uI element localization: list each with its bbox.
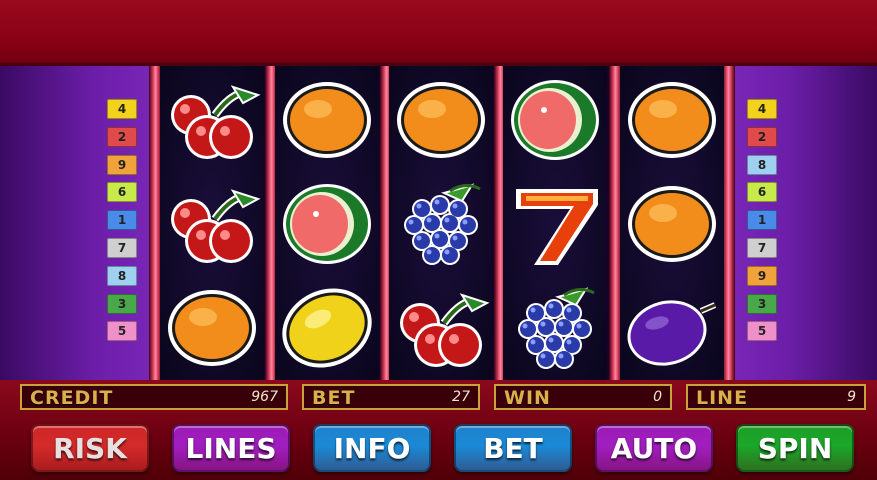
cherries-icon: [160, 174, 264, 274]
credit-display: CREDIT 967: [20, 384, 288, 410]
line-number-badge: 4: [747, 99, 777, 119]
line-number-badge: 3: [107, 293, 137, 314]
cherries-icon: [389, 278, 493, 378]
line-number-badge: 5: [107, 321, 137, 342]
win-value: 0: [653, 389, 662, 405]
line-label: LINE: [696, 387, 749, 409]
line-number-badge: 1: [107, 210, 137, 231]
left-line-badges: 4 2 9 6 1 7 8 3 5: [107, 99, 137, 349]
line-number-badge: 6: [107, 182, 137, 203]
watermelon-icon: [503, 70, 607, 170]
orange-icon: [160, 278, 264, 378]
line-number-badge: 9: [747, 265, 777, 286]
lemon-icon: [275, 278, 379, 378]
spin-button[interactable]: SPIN: [736, 424, 854, 472]
bet-label: BET: [312, 387, 356, 409]
credit-value: 967: [251, 389, 278, 405]
line-number-badge: 7: [107, 237, 137, 258]
line-number-badge: 2: [107, 126, 137, 147]
watermelon-icon: [275, 174, 379, 274]
line-number-badge: 6: [747, 182, 777, 203]
reel-5: [620, 66, 724, 380]
grapes-icon: [503, 278, 607, 378]
right-line-badges: 4 2 8 6 1 7 9 3 5: [747, 99, 777, 349]
line-value: 9: [847, 389, 856, 405]
risk-button[interactable]: RISK: [31, 424, 149, 472]
bet-button[interactable]: BET: [454, 424, 572, 472]
line-number-badge: 8: [747, 154, 777, 175]
reel-2: [275, 66, 379, 380]
line-number-badge: 7: [747, 237, 777, 258]
top-bar: [0, 0, 877, 66]
line-number-badge: 5: [747, 321, 777, 342]
orange-icon: [620, 174, 724, 274]
line-number-badge: 2: [747, 126, 777, 147]
bet-value: 27: [452, 389, 470, 405]
line-display: LINE 9: [686, 384, 866, 410]
orange-icon: [275, 70, 379, 170]
reel-4: [503, 66, 607, 380]
win-label: WIN: [504, 387, 551, 409]
lines-button[interactable]: LINES: [172, 424, 290, 472]
line-number-badge: 4: [107, 99, 137, 119]
seven-icon: [503, 174, 607, 274]
line-number-badge: 1: [747, 210, 777, 231]
grapes-icon: [389, 174, 493, 274]
auto-button[interactable]: AUTO: [595, 424, 713, 472]
bet-display: BET 27: [302, 384, 480, 410]
line-number-badge: 9: [107, 154, 137, 175]
line-number-badge: 8: [107, 265, 137, 286]
win-display: WIN 0: [494, 384, 672, 410]
orange-icon: [620, 70, 724, 170]
line-number-badge: 3: [747, 293, 777, 314]
plum-icon: [620, 278, 724, 378]
orange-icon: [389, 70, 493, 170]
info-button[interactable]: INFO: [313, 424, 431, 472]
reel-1: [160, 66, 264, 380]
reel-3: [389, 66, 493, 380]
cherries-icon: [160, 70, 264, 170]
credit-label: CREDIT: [30, 387, 114, 409]
